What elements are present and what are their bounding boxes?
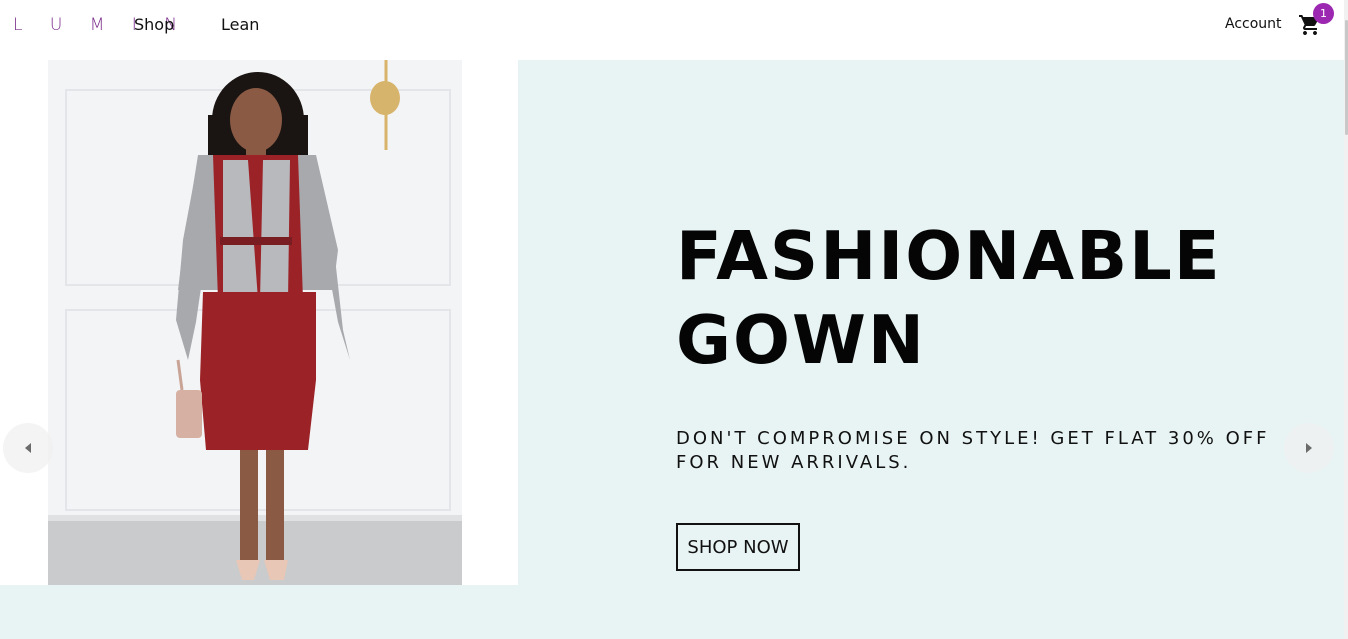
hero-headline-line-1: FASHIONABLE bbox=[676, 217, 1222, 295]
carousel-prev-button[interactable] bbox=[3, 423, 53, 473]
chevron-right-icon bbox=[1306, 443, 1312, 453]
cart-count-badge: 1 bbox=[1313, 3, 1334, 24]
chevron-left-icon bbox=[25, 443, 31, 453]
nav-link-lean[interactable]: Lean bbox=[221, 15, 259, 34]
hero-image-panel bbox=[0, 60, 518, 585]
hero-headline: FASHIONABLE GOWN bbox=[676, 214, 1276, 382]
top-navbar: L U M I N Shop Lean Account 1 bbox=[0, 0, 1348, 50]
model-in-gown-image bbox=[48, 60, 462, 585]
nav-link-shop[interactable]: Shop bbox=[134, 15, 174, 34]
hero-subtext-line-2: FOR NEW ARRIVALS. bbox=[676, 452, 912, 473]
product-photo bbox=[48, 60, 462, 585]
hero-subtext: DON'T COMPROMISE ON STYLE! GET FLAT 30% … bbox=[676, 427, 1296, 475]
account-link[interactable]: Account bbox=[1225, 16, 1282, 32]
hero-headline-line-2: GOWN bbox=[676, 301, 926, 379]
next-section-strip bbox=[0, 585, 1344, 639]
shop-now-button[interactable]: SHOP NOW bbox=[676, 523, 800, 571]
hero-subtext-line-1: DON'T COMPROMISE ON STYLE! GET FLAT 30% … bbox=[676, 428, 1270, 449]
